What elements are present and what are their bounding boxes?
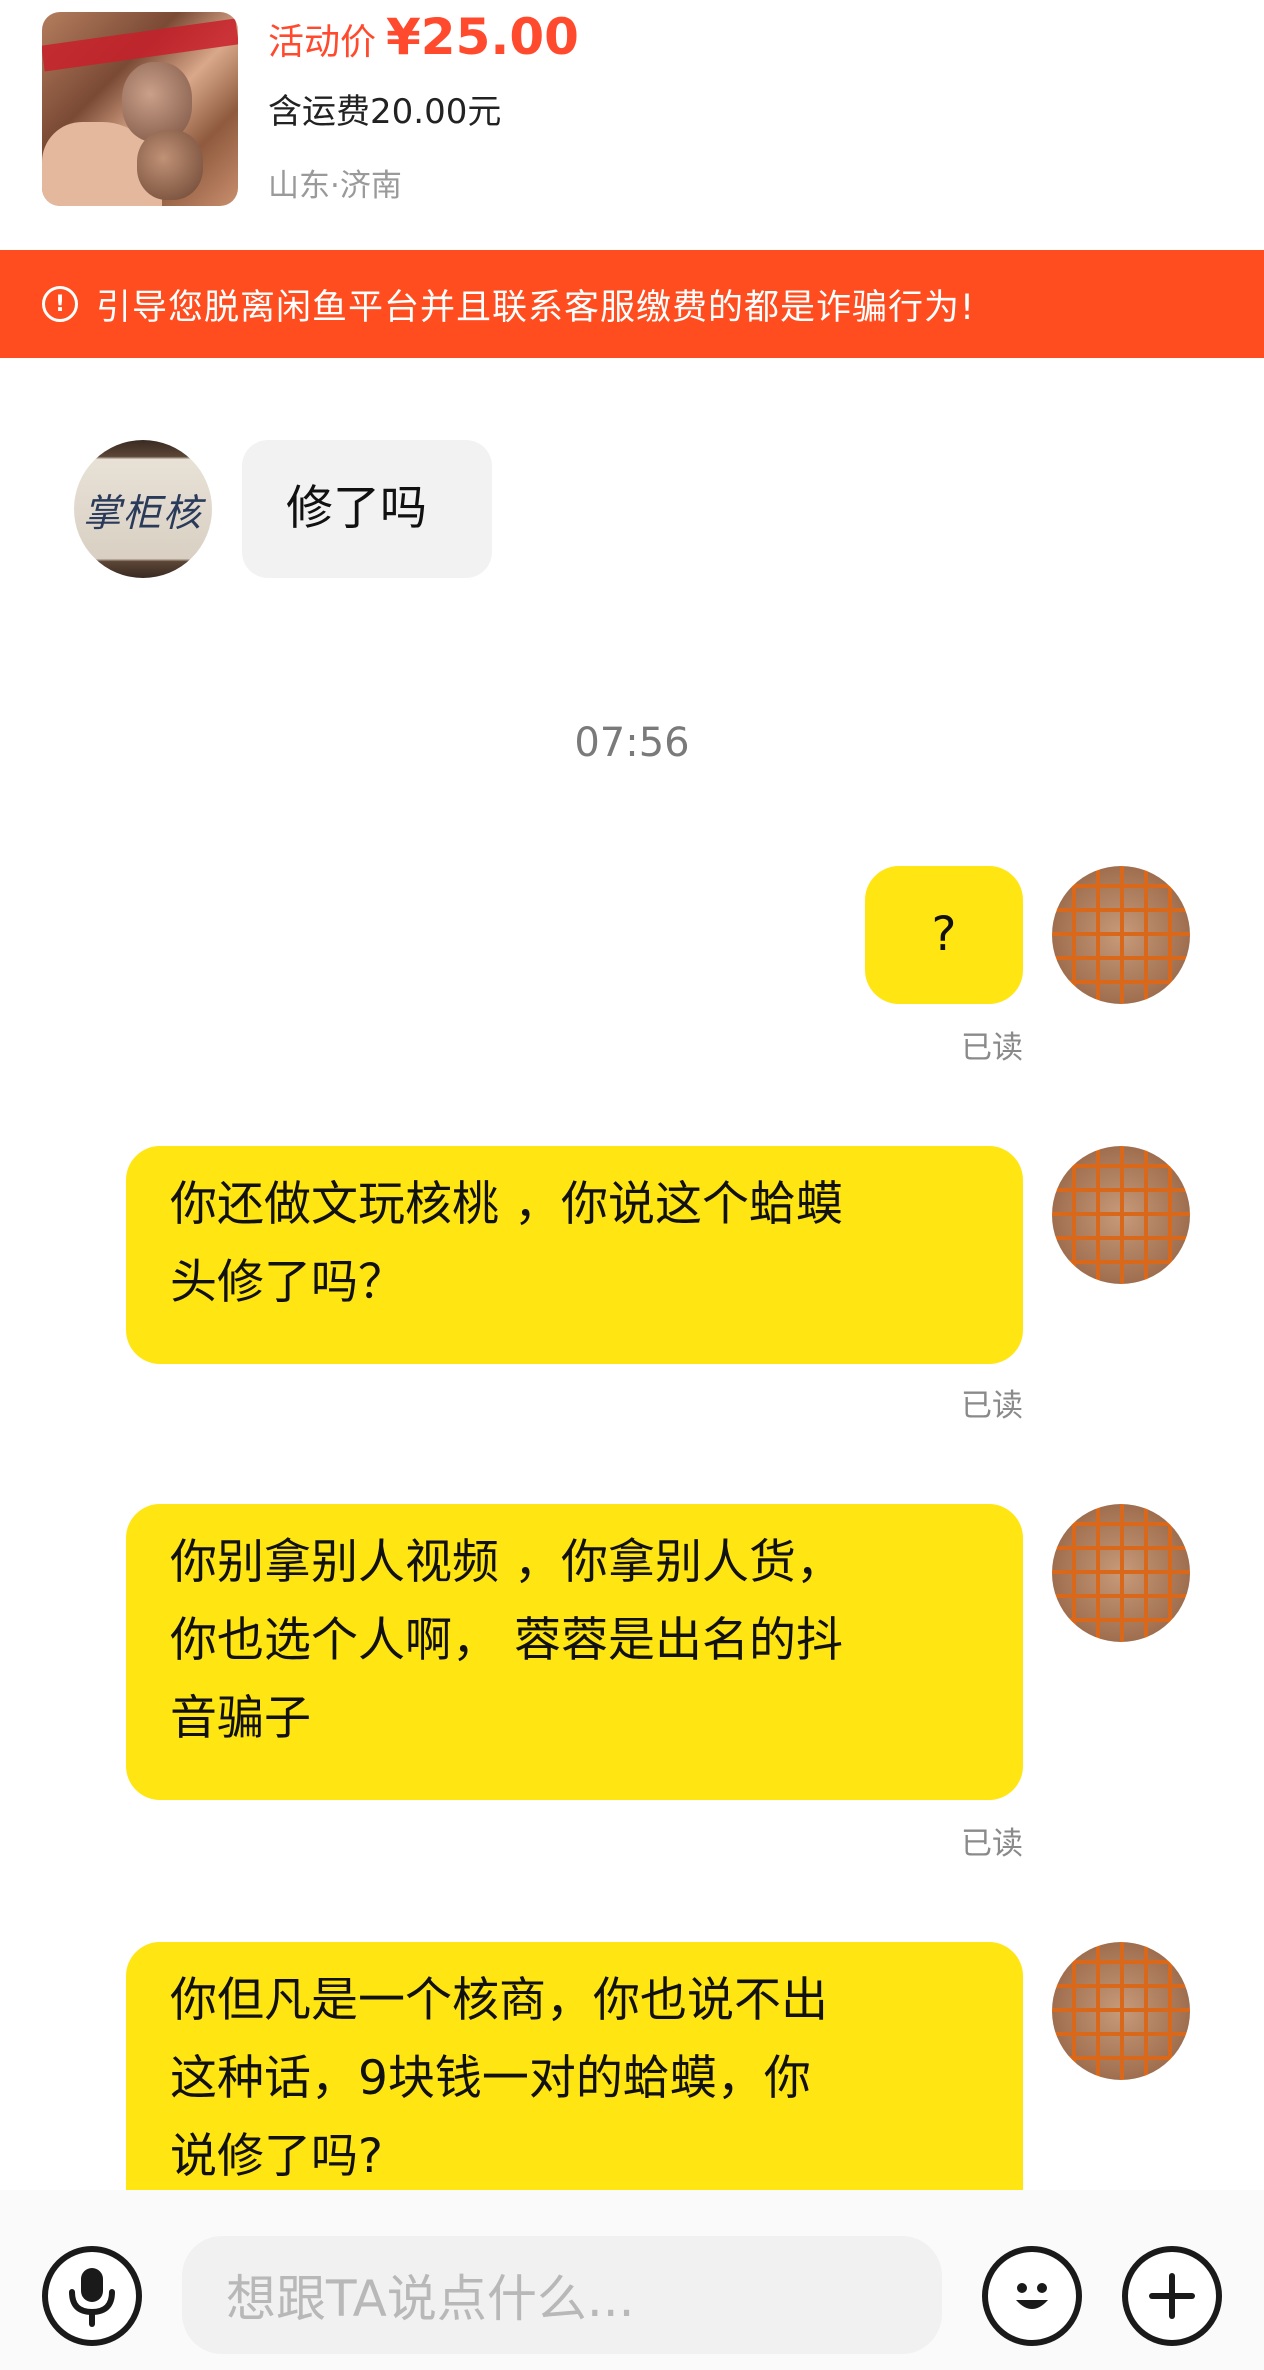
chat-messages[interactable]: 掌柜核 修了吗 07:56 ? 已读 你还做文玩核桃 ，你说这个蛤蟆 头修了吗？… xyxy=(0,358,1264,2190)
voice-button[interactable] xyxy=(42,2246,142,2346)
plus-icon xyxy=(1149,2273,1195,2319)
input-placeholder: 想跟TA说点什么... xyxy=(226,2270,635,2328)
my-avatar[interactable] xyxy=(1052,866,1190,1004)
message-line: 这种话，9块钱一对的蛤蟆，你 xyxy=(170,2051,811,2106)
message-bubble-received[interactable]: 修了吗 xyxy=(242,440,492,578)
exclamation-circle-icon: ! xyxy=(42,286,78,322)
price-row: 活动价 ¥25.00 xyxy=(268,8,579,68)
warning-text: 引导您脱离闲鱼平台并且联系客服缴费的都是诈骗行为! xyxy=(96,287,976,328)
message-line: 音骗子 xyxy=(170,1691,311,1746)
emoji-button[interactable] xyxy=(982,2246,1082,2346)
message-line: 说修了吗? xyxy=(170,2129,383,2184)
smiley-icon xyxy=(1016,2283,1048,2309)
fraud-warning-banner: ! 引导您脱离闲鱼平台并且联系客服缴费的都是诈骗行为! xyxy=(0,250,1264,358)
message-line: 头修了吗？ xyxy=(170,1255,405,1310)
message-text: 修了吗 xyxy=(286,481,427,536)
price-value: ¥25.00 xyxy=(386,8,579,66)
message-bubble-sent[interactable]: 你还做文玩核桃 ，你说这个蛤蟆 头修了吗？ xyxy=(126,1146,1023,1364)
product-card[interactable]: 活动价 ¥25.00 含运费20.00元 山东·济南 xyxy=(0,0,1264,250)
message-text: ? xyxy=(931,907,957,962)
shipping-info: 含运费20.00元 xyxy=(268,92,502,132)
product-thumbnail[interactable] xyxy=(42,12,238,206)
avatar-sign-text: 掌柜核 xyxy=(82,490,203,535)
my-avatar[interactable] xyxy=(1052,1146,1190,1284)
message-bubble-sent[interactable]: ? xyxy=(865,866,1023,1004)
price-label: 活动价 xyxy=(268,22,377,63)
seller-location: 山东·济南 xyxy=(268,168,402,204)
message-input[interactable]: 想跟TA说点什么... xyxy=(182,2236,942,2354)
message-line: 你别拿别人视频 ，你拿别人货， xyxy=(170,1535,843,1590)
microphone-icon xyxy=(69,2268,115,2327)
message-line: 你也选个人啊， 蓉蓉是出名的抖 xyxy=(170,1613,843,1668)
read-status: 已读 xyxy=(961,1388,1023,1424)
read-status: 已读 xyxy=(961,1030,1023,1066)
read-status: 已读 xyxy=(961,1826,1023,1862)
other-user-avatar[interactable]: 掌柜核 xyxy=(74,440,212,578)
my-avatar[interactable] xyxy=(1052,1942,1190,2080)
message-line: 你但凡是一个核商，你也说不出 xyxy=(170,1973,828,2028)
more-actions-button[interactable] xyxy=(1122,2246,1222,2346)
message-timestamp: 07:56 xyxy=(574,720,690,766)
message-line: 你还做文玩核桃 ，你说这个蛤蟆 xyxy=(170,1177,843,1232)
chat-input-bar: 想跟TA说点什么... xyxy=(0,2190,1264,2370)
my-avatar[interactable] xyxy=(1052,1504,1190,1642)
message-bubble-sent[interactable]: 你别拿别人视频 ，你拿别人货， 你也选个人啊， 蓉蓉是出名的抖 音骗子 xyxy=(126,1504,1023,1800)
message-bubble-sent[interactable]: 你但凡是一个核商，你也说不出 这种话，9块钱一对的蛤蟆，你 说修了吗? xyxy=(126,1942,1023,2190)
